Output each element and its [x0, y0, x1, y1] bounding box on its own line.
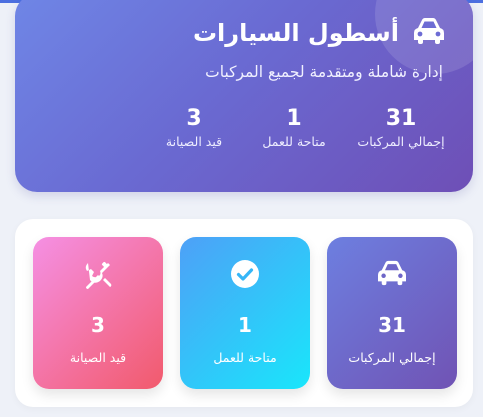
header-stat-value: 1	[286, 106, 302, 131]
card-value: 1	[238, 313, 252, 337]
car-icon	[411, 16, 447, 50]
header-stat-maintenance: 3 قيد الصيانة	[149, 104, 239, 150]
header-stats: 31 إجمالي المركبات 1 متاحة للعمل 3 قيد ا…	[131, 104, 451, 164]
available-vehicles-card[interactable]: 1 متاحة للعمل	[180, 237, 310, 389]
card-label: قيد الصيانة	[69, 350, 127, 365]
page-subtitle: إدارة شاملة ومتقدمة لجميع المركبات	[205, 63, 443, 81]
maintenance-vehicles-card[interactable]: 3 قيد الصيانة	[33, 237, 163, 389]
header-stat-value: 31	[385, 106, 417, 131]
card-label: متاحة للعمل	[213, 350, 277, 365]
car-icon	[327, 259, 457, 289]
stats-panel: 31 إجمالي المركبات 1 متاحة للعمل 3 قيد ا…	[15, 219, 473, 407]
header-title-row: أسطول السيارات	[193, 16, 447, 50]
page-title: أسطول السيارات	[192, 19, 399, 47]
header-stat-label: متاحة للعمل	[262, 134, 326, 149]
header-stat-available: 1 متاحة للعمل	[249, 104, 339, 150]
header-stat-label: إجمالي المركبات	[357, 134, 445, 149]
header-stat-value: 3	[186, 106, 202, 131]
header-stat-total: 31 إجمالي المركبات	[351, 104, 451, 150]
tools-icon	[33, 259, 163, 289]
total-vehicles-card[interactable]: 31 إجمالي المركبات	[327, 237, 457, 389]
card-value: 31	[378, 313, 406, 337]
check-circle-icon	[180, 259, 310, 289]
card-value: 3	[91, 313, 105, 337]
card-label: إجمالي المركبات	[348, 350, 436, 365]
header-stat-label: قيد الصيانة	[165, 134, 223, 149]
fleet-header-banner: أسطول السيارات إدارة شاملة ومتقدمة لجميع…	[15, 0, 473, 192]
